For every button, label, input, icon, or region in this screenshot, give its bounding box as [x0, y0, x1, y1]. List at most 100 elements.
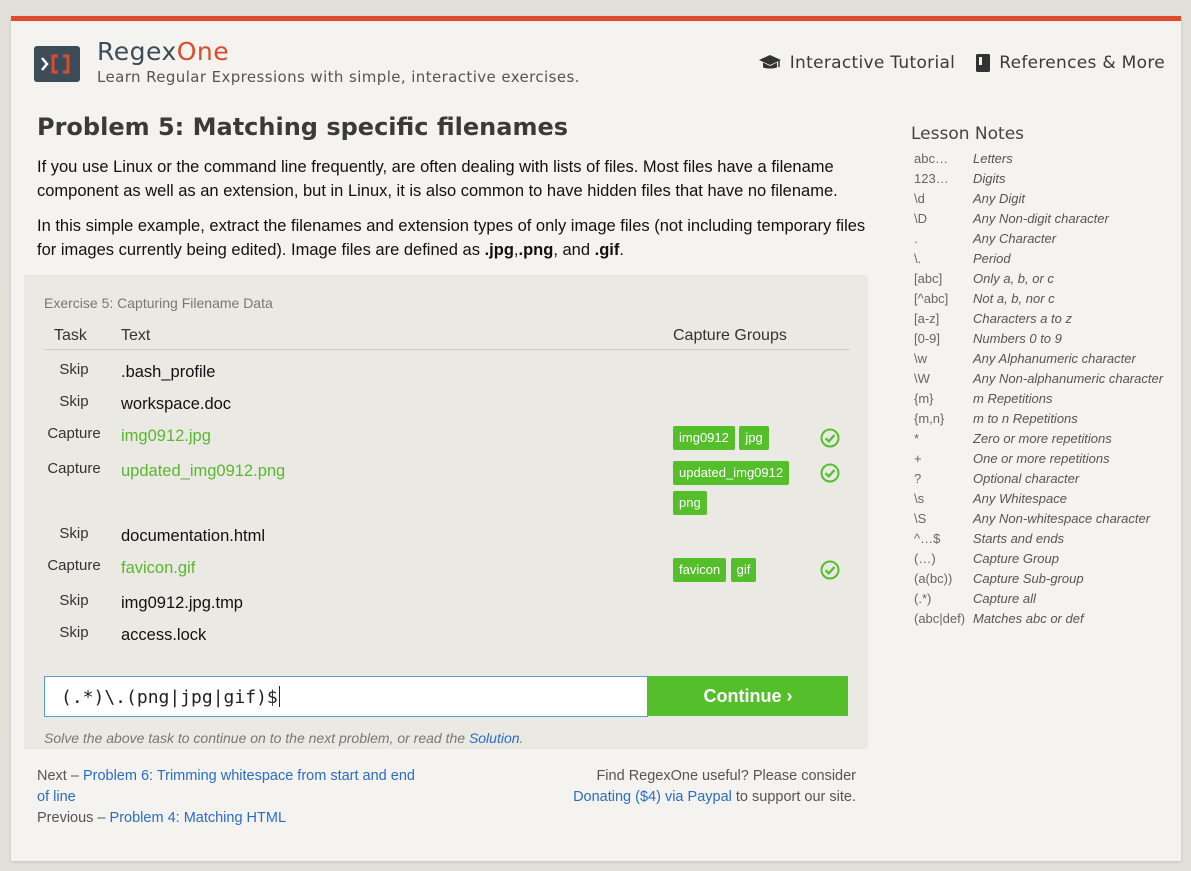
row-text: .bash_profile [121, 363, 216, 381]
note-syntax: (…) [914, 551, 936, 566]
column-text: Text [121, 327, 151, 344]
logo-icon[interactable] [34, 46, 80, 82]
lesson-note: \s Any Whitespace [914, 489, 1174, 509]
note-meaning: Any Non-whitespace character [973, 511, 1151, 526]
note-meaning: m Repetitions [973, 391, 1053, 406]
lesson-note: \W Any Non-alphanumeric character [914, 369, 1174, 389]
note-meaning: Capture Group [973, 551, 1059, 566]
row-text: favicon.gif [121, 559, 196, 577]
brand-tagline: Learn Regular Expressions with simple, i… [97, 68, 580, 86]
column-task: Task [54, 327, 87, 344]
page-title: Problem 5: Matching specific filenames [37, 113, 569, 141]
note-syntax: \s [914, 491, 925, 506]
capture-groups: updated_img0912 png [673, 461, 803, 521]
lesson-note: (a(bc)) Capture Sub-group [914, 569, 1174, 589]
note-meaning: m to n Repetitions [973, 411, 1078, 426]
book-icon [976, 54, 991, 72]
note-syntax: abc… [914, 151, 948, 166]
previous-problem-link[interactable]: Problem 4: Matching HTML [110, 810, 286, 826]
note-meaning: Any Character [973, 231, 1057, 246]
exercise-title: Exercise 5: Capturing Filename Data [44, 295, 273, 311]
lesson-note: (abc|def) Matches abc or def [914, 609, 1174, 629]
lesson-paragraph-2: In this simple example, extract the file… [37, 217, 866, 259]
note-syntax: \S [914, 511, 927, 526]
lesson-note: (.*) Capture all [914, 589, 1174, 609]
row-text: documentation.html [121, 527, 265, 545]
capture-chip: img0912 [673, 426, 735, 450]
note-syntax: [a-z] [914, 311, 940, 326]
solution-link[interactable]: Solution [469, 730, 520, 746]
note-meaning: Any Digit [973, 191, 1026, 206]
lesson-note: . Any Character [914, 229, 1174, 249]
row-text: img0912.jpg.tmp [121, 594, 243, 612]
lesson-note: [0-9] Numbers 0 to 9 [914, 329, 1174, 349]
note-meaning: One or more repetitions [973, 451, 1110, 466]
note-syntax: [0-9] [914, 331, 941, 346]
capture-chip: jpg [739, 426, 769, 450]
row-task: Skip [59, 624, 89, 641]
graduation-cap-icon [758, 55, 781, 69]
row-task: Capture [47, 425, 101, 442]
note-meaning: Any Non-alphanumeric character [973, 371, 1164, 386]
check-circle-icon [820, 560, 840, 580]
lesson-note: {m} m Repetitions [914, 389, 1174, 409]
lesson-note: \w Any Alphanumeric character [914, 349, 1174, 369]
note-meaning: Characters a to z [973, 311, 1072, 326]
lesson-note: 123… Digits [914, 169, 1174, 189]
capture-groups: img0912 jpg [673, 426, 803, 456]
top-nav: Interactive Tutorial References & More [758, 53, 1165, 73]
lesson-note: (…) Capture Group [914, 549, 1174, 569]
note-meaning: Digits [973, 171, 1006, 186]
exercise-table-header: Task Text Capture Groups [44, 322, 850, 350]
note-meaning: Letters [973, 151, 1013, 166]
nav-references[interactable]: References & More [975, 53, 1165, 73]
note-meaning: Any Alphanumeric character [973, 351, 1136, 366]
note-syntax: * [914, 431, 920, 446]
footer-navigation: Next – Problem 6: Trimming whitespace fr… [37, 768, 415, 826]
lesson-note: abc… Letters [914, 149, 1174, 169]
check-circle-icon [820, 428, 840, 448]
next-problem-link[interactable]: Problem 6: Trimming whitespace from star… [37, 768, 415, 805]
row-task: Skip [59, 592, 89, 609]
row-task: Capture [47, 460, 101, 477]
regex-input[interactable]: (.*)\.(png|jpg|gif)$ [44, 676, 648, 717]
capture-chip: favicon [673, 558, 727, 582]
row-text: workspace.doc [121, 395, 232, 413]
lesson-note: \d Any Digit [914, 189, 1174, 209]
row-text: img0912.jpg [121, 427, 211, 445]
note-syntax: ? [914, 471, 922, 486]
note-syntax: \D [914, 211, 927, 226]
row-task: Skip [59, 361, 89, 378]
note-syntax: \w [914, 351, 927, 366]
note-meaning: Matches abc or def [973, 611, 1084, 626]
note-meaning: Capture Sub-group [973, 571, 1084, 586]
note-syntax: (a(bc)) [914, 571, 953, 586]
continue-button[interactable]: Continue › [648, 676, 848, 716]
note-meaning: Numbers 0 to 9 [973, 331, 1062, 346]
capture-chip: png [673, 491, 707, 515]
lesson-notes-title: Lesson Notes [911, 124, 1025, 144]
brand-name[interactable]: RegexOne [97, 37, 580, 66]
page-container: RegexOne Learn Regular Expressions with … [11, 16, 1181, 861]
lesson-note: \D Any Non-digit character [914, 209, 1174, 229]
note-syntax: (abc|def) [914, 611, 966, 626]
footer-support: Find RegexOne useful? Please consider Do… [573, 768, 856, 805]
note-meaning: Only a, b, or c [973, 271, 1054, 286]
note-syntax: {m} [914, 391, 934, 406]
note-meaning: Zero or more repetitions [973, 431, 1112, 446]
note-syntax: + [914, 451, 922, 466]
lesson-note: [^abc] Not a, b, nor c [914, 289, 1174, 309]
nav-interactive-tutorial[interactable]: Interactive Tutorial [758, 53, 955, 73]
note-syntax: . [914, 231, 918, 246]
note-meaning: Optional character [973, 471, 1080, 486]
donate-link[interactable]: Donating ($4) via Paypal [573, 789, 732, 805]
note-meaning: Not a, b, nor c [973, 291, 1055, 306]
row-text: access.lock [121, 626, 207, 644]
note-syntax: {m,n} [914, 411, 945, 426]
lesson-note: \. Period [914, 249, 1174, 269]
exercise-hint: Solve the above task to continue on to t… [44, 730, 524, 746]
lesson-note: ^…$ Starts and ends [914, 529, 1174, 549]
row-text: updated_img0912.png [121, 462, 286, 480]
note-meaning: Any Whitespace [973, 491, 1067, 506]
note-syntax: \. [914, 251, 922, 266]
